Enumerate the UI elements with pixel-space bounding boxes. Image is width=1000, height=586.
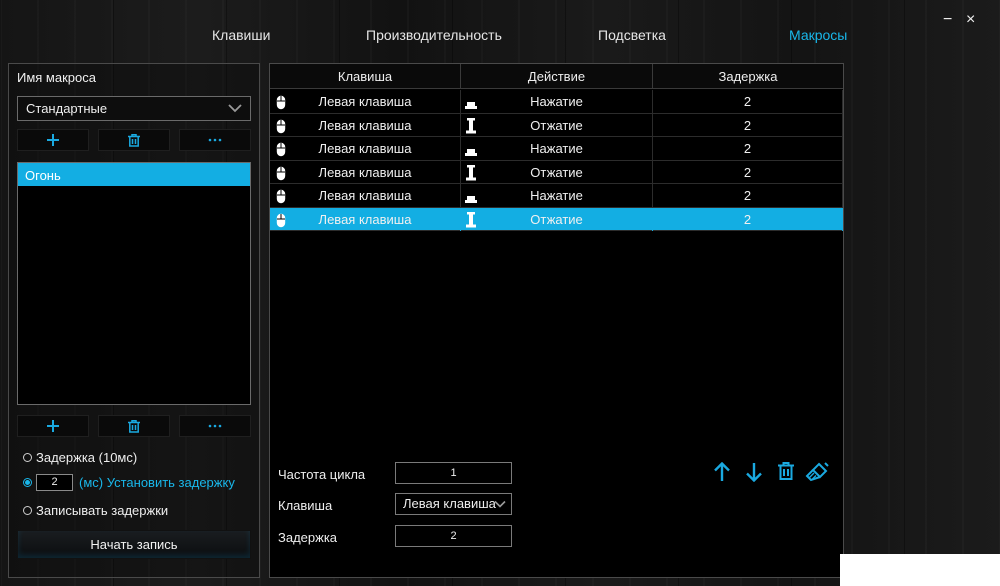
move-down-button[interactable] bbox=[745, 462, 763, 485]
macro-list-panel: Имя макроса Стандартные Огонь Задержка (… bbox=[8, 63, 260, 578]
cell-key: Левая клавиша bbox=[270, 160, 461, 184]
cell-action: Нажатие bbox=[461, 137, 653, 160]
profile-select-value: Стандартные bbox=[26, 101, 108, 116]
custom-delay-label: (мс) Установить задержку bbox=[79, 475, 235, 490]
cell-action: Отжатие bbox=[461, 207, 653, 231]
table-row[interactable]: Левая клавиша Нажатие 2 bbox=[270, 184, 843, 208]
cell-action-text: Отжатие bbox=[530, 211, 583, 227]
radio-delay-10ms[interactable]: Задержка (10мс) bbox=[23, 450, 137, 465]
more-macro-button[interactable] bbox=[179, 129, 251, 151]
cell-action-text: Нажатие bbox=[530, 94, 583, 109]
table-row[interactable]: Левая клавиша Нажатие 2 bbox=[270, 137, 843, 161]
tab-keys[interactable]: Клавиши bbox=[212, 27, 270, 43]
cell-key: Левая клавиша bbox=[270, 207, 461, 231]
key-select-value: Левая клавиша bbox=[403, 496, 496, 511]
cell-key-text: Левая клавиша bbox=[318, 141, 412, 156]
table-header: Клавиша Действие Задержка bbox=[270, 64, 843, 89]
custom-delay-input[interactable]: 2 bbox=[36, 474, 73, 491]
cell-delay: 2 bbox=[653, 137, 843, 160]
minimize-button[interactable]: − bbox=[943, 12, 952, 28]
trash-icon bbox=[128, 419, 140, 433]
radio-indicator bbox=[23, 453, 32, 462]
cell-action-text: Отжатие bbox=[530, 164, 583, 180]
background-fill bbox=[840, 554, 1000, 586]
more-action-button[interactable] bbox=[179, 415, 251, 437]
profile-select[interactable]: Стандартные bbox=[17, 96, 251, 121]
delay-label: Задержка bbox=[278, 530, 338, 545]
cell-delay: 2 bbox=[653, 113, 843, 137]
column-header-delay: Задержка bbox=[718, 69, 778, 84]
cell-key-text: Левая клавиша bbox=[318, 117, 412, 133]
trash-icon bbox=[778, 462, 794, 480]
cell-key-text: Левая клавиша bbox=[318, 94, 412, 109]
macro-list-item[interactable]: Огонь bbox=[18, 163, 250, 186]
more-icon bbox=[208, 424, 222, 428]
cycle-label: Частота цикла bbox=[278, 467, 366, 482]
column-header-action: Действие bbox=[461, 64, 653, 89]
clear-all-button[interactable] bbox=[805, 462, 829, 485]
cell-key: Левая клавиша bbox=[270, 184, 461, 207]
cell-delay: 2 bbox=[653, 207, 843, 231]
cell-key-text: Левая клавиша bbox=[318, 188, 412, 203]
macro-list: Огонь bbox=[17, 162, 251, 405]
radio-delay-10ms-label: Задержка (10мс) bbox=[36, 450, 138, 465]
table-row[interactable]: Левая клавиша Отжатие 2 bbox=[270, 207, 843, 231]
cell-key: Левая клавиша bbox=[270, 137, 461, 160]
cell-delay: 2 bbox=[653, 160, 843, 184]
cell-key: Левая клавиша bbox=[270, 113, 461, 137]
move-up-button[interactable] bbox=[713, 461, 731, 485]
plus-icon bbox=[47, 134, 59, 146]
cell-key-text: Левая клавиша bbox=[318, 211, 412, 227]
trash-icon bbox=[128, 133, 140, 147]
cell-action-text: Отжатие bbox=[530, 117, 583, 133]
delay-input[interactable]: 2 bbox=[395, 525, 512, 547]
radio-record-delays-label: Записывать задержки bbox=[36, 503, 169, 518]
tab-lighting[interactable]: Подсветка bbox=[598, 27, 666, 43]
cell-action: Отжатие bbox=[461, 160, 653, 184]
start-recording-button[interactable]: Начать запись bbox=[17, 530, 251, 559]
macro-name-label: Имя макроса bbox=[17, 70, 96, 85]
macro-toolbar-top bbox=[17, 129, 251, 151]
more-icon bbox=[208, 138, 222, 142]
radio-indicator bbox=[23, 478, 32, 487]
cell-action-text: Нажатие bbox=[530, 188, 583, 203]
cell-action: Нажатие bbox=[461, 184, 653, 207]
mouse-icon bbox=[276, 212, 286, 235]
cell-delay: 2 bbox=[653, 184, 843, 207]
radio-custom-delay[interactable]: 2 (мс) Установить задержку bbox=[23, 474, 235, 491]
add-macro-button[interactable] bbox=[17, 129, 89, 151]
delete-action-button[interactable] bbox=[98, 415, 170, 437]
arrow-up-icon bbox=[714, 461, 730, 481]
clear-brush-icon bbox=[805, 462, 829, 482]
table-row[interactable]: Левая клавиша Нажатие 2 bbox=[270, 90, 843, 114]
delete-macro-button[interactable] bbox=[98, 129, 170, 151]
key-select[interactable]: Левая клавиша bbox=[395, 493, 512, 515]
radio-indicator bbox=[23, 506, 32, 515]
cell-action: Нажатие bbox=[461, 90, 653, 113]
cell-action-text: Нажатие bbox=[530, 141, 583, 156]
key-label: Клавиша bbox=[278, 498, 333, 513]
cell-delay: 2 bbox=[653, 90, 843, 113]
add-action-button[interactable] bbox=[17, 415, 89, 437]
cell-action: Отжатие bbox=[461, 113, 653, 137]
radio-record-delays[interactable]: Записывать задержки bbox=[23, 503, 168, 518]
chevron-down-icon bbox=[226, 99, 244, 120]
cell-key: Левая клавиша bbox=[270, 90, 461, 113]
tab-performance[interactable]: Производительность bbox=[366, 27, 502, 43]
key-release-icon bbox=[464, 211, 478, 235]
table-row[interactable]: Левая клавиша Отжатие 2 bbox=[270, 160, 843, 184]
top-nav: Клавиши Производительность Подсветка Мак… bbox=[0, 0, 1000, 60]
cycle-input[interactable]: 1 bbox=[395, 462, 512, 484]
delete-step-button[interactable] bbox=[778, 462, 794, 483]
arrow-down-icon bbox=[746, 463, 762, 483]
plus-icon bbox=[47, 420, 59, 432]
column-header-key: Клавиша bbox=[270, 64, 461, 89]
macro-toolbar-bottom bbox=[17, 415, 251, 437]
chevron-down-icon bbox=[493, 497, 507, 517]
tab-macros[interactable]: Макросы bbox=[789, 27, 847, 43]
table-row[interactable]: Левая клавиша Отжатие 2 bbox=[270, 113, 843, 137]
macro-editor-panel: Клавиша Действие Задержка Левая клавиша Н… bbox=[269, 63, 844, 578]
cell-key-text: Левая клавиша bbox=[318, 164, 412, 180]
close-button[interactable]: × bbox=[966, 12, 975, 28]
